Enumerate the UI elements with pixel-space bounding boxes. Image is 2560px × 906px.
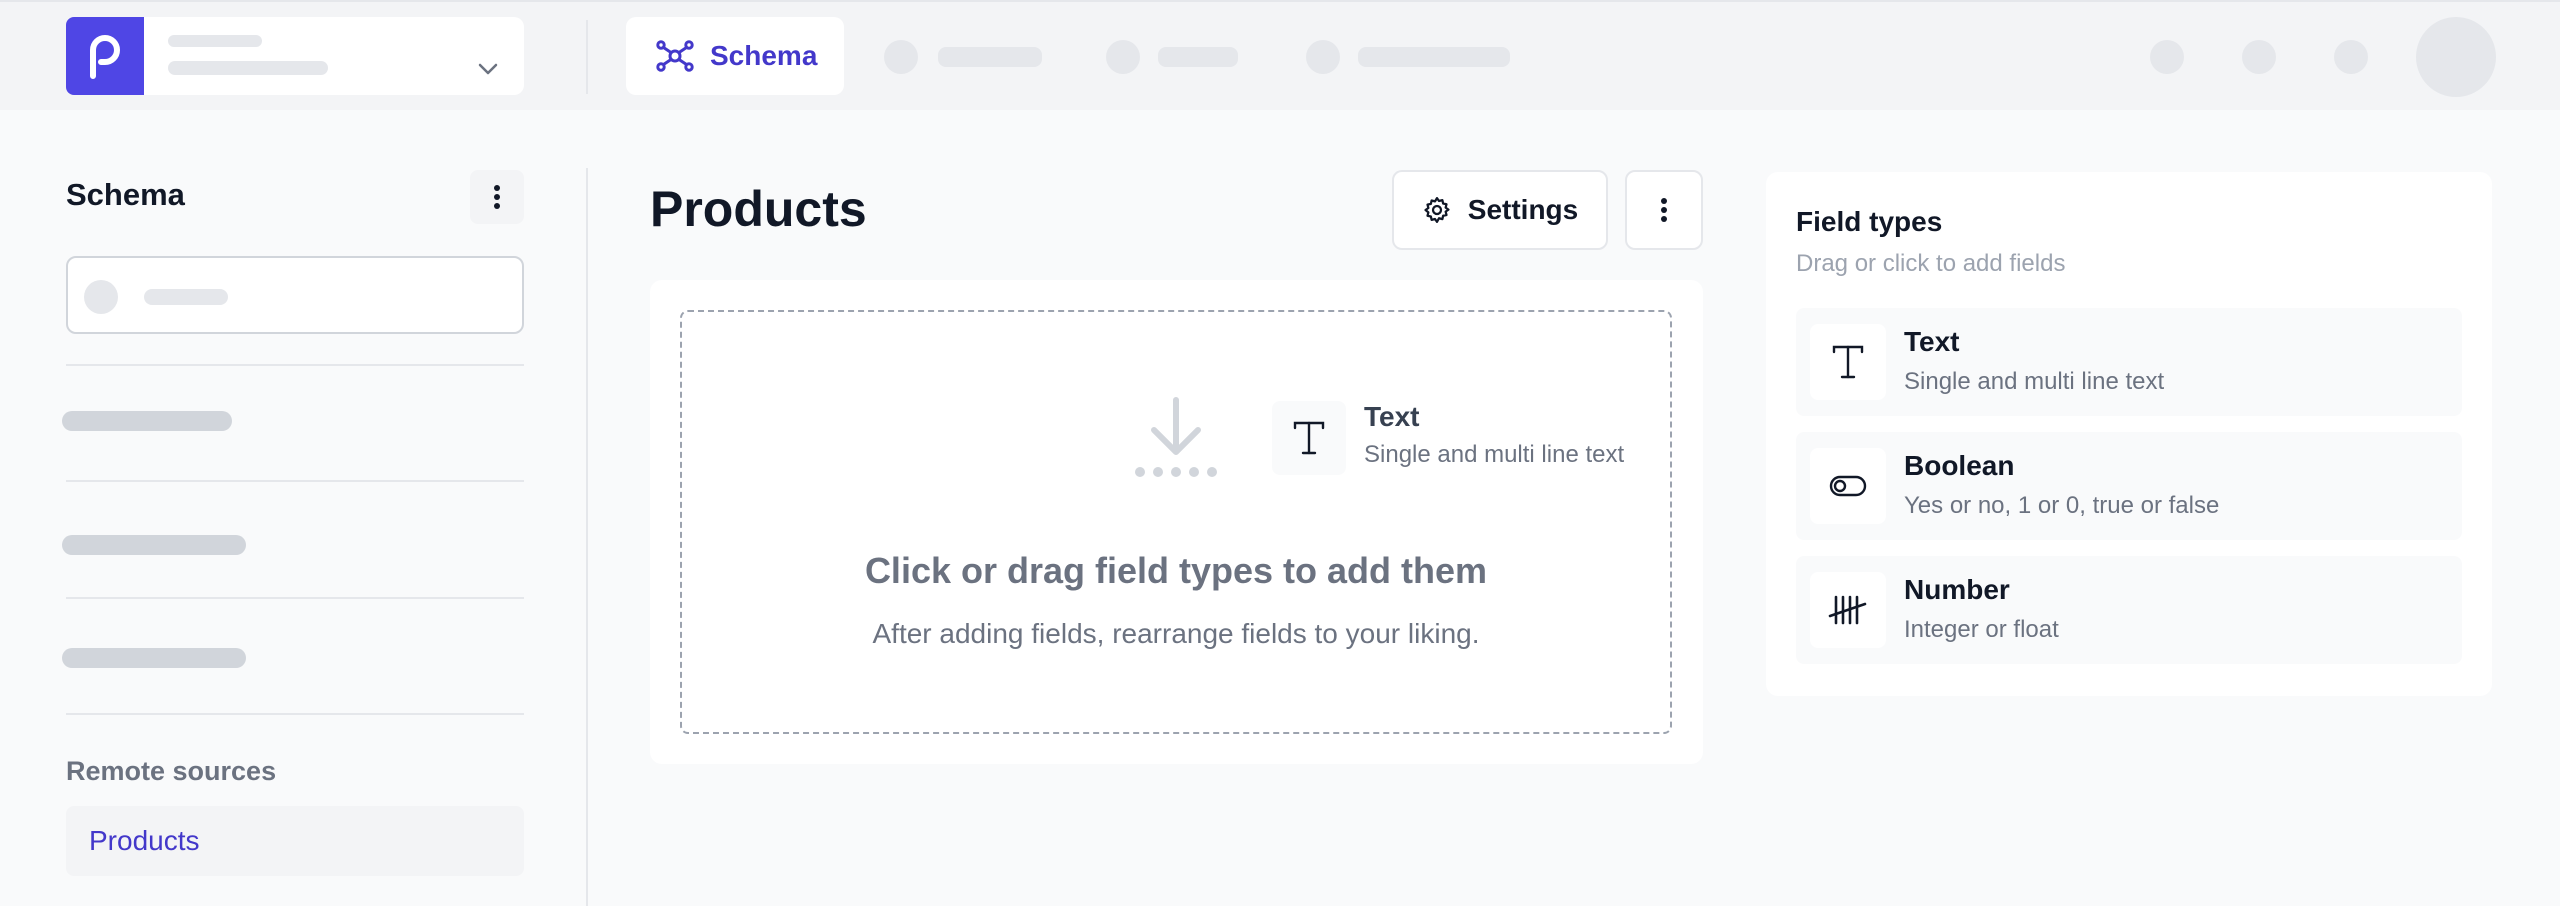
- field-type-number[interactable]: Number Integer or float: [1796, 556, 2462, 664]
- tab-schema-label: Schema: [710, 40, 818, 71]
- top-bar: Schema: [0, 0, 2560, 110]
- sidebar-item-placeholder[interactable]: [62, 535, 246, 555]
- field-type-name: Boolean: [1904, 450, 2015, 481]
- tally-icon: [1828, 595, 1867, 625]
- remote-sources-heading: Remote sources: [66, 756, 277, 786]
- dragging-field-name: Text: [1364, 401, 1420, 432]
- sidebar-item-products[interactable]: Products: [66, 806, 524, 876]
- field-types-title: Field types: [1796, 206, 1943, 237]
- nav-label-placeholder[interactable]: [938, 47, 1042, 67]
- settings-button[interactable]: Settings: [1392, 170, 1608, 250]
- field-type-text[interactable]: Text Single and multi line text: [1796, 308, 2462, 416]
- project-selector[interactable]: [144, 17, 524, 95]
- sidebar-divider: [66, 364, 524, 366]
- dragging-field-card[interactable]: Text Single and multi line text: [1262, 393, 1670, 497]
- header-action-placeholder[interactable]: [2150, 40, 2184, 74]
- project-subtitle-placeholder: [168, 61, 328, 75]
- field-type-boolean[interactable]: Boolean Yes or no, 1 or 0, true or false: [1796, 432, 2462, 540]
- field-type-icon-box: [1810, 448, 1886, 524]
- drop-arrow-icon: [1135, 397, 1217, 477]
- sidebar-search-input[interactable]: [66, 256, 524, 334]
- tab-schema[interactable]: Schema: [626, 17, 844, 95]
- field-type-name: Number: [1904, 574, 2010, 605]
- field-type-icon-box: [1810, 324, 1886, 400]
- dragging-field-icon-box: [1272, 401, 1346, 475]
- field-type-description: Single and multi line text: [1904, 368, 2165, 395]
- sidebar-item-placeholder[interactable]: [62, 411, 232, 431]
- nav-label-placeholder[interactable]: [1358, 47, 1510, 67]
- more-options-button[interactable]: [1625, 170, 1703, 250]
- chevron-down-icon: [478, 63, 498, 75]
- sidebar-item-label: Products: [89, 825, 200, 856]
- gear-icon: [1424, 197, 1450, 223]
- field-type-description: Yes or no, 1 or 0, true or false: [1904, 492, 2220, 519]
- search-text-placeholder: [144, 289, 228, 305]
- top-divider: [586, 20, 588, 94]
- sidebar-divider: [66, 480, 524, 482]
- dragging-field-description: Single and multi line text: [1364, 441, 1625, 468]
- page-title: Products: [650, 181, 867, 237]
- nav-icon-placeholder[interactable]: [884, 40, 918, 74]
- dropzone-title: Click or drag field types to add them: [864, 550, 1488, 591]
- field-type-name: Text: [1904, 326, 1960, 357]
- sidebar-divider: [66, 597, 524, 599]
- text-type-icon: [1832, 345, 1864, 379]
- toggle-icon: [1829, 475, 1867, 497]
- sidebar-divider: [66, 713, 524, 715]
- field-dropzone[interactable]: [680, 310, 1672, 734]
- field-types-subtitle: Drag or click to add fields: [1796, 250, 2066, 277]
- more-vertical-icon: [494, 185, 500, 209]
- sidebar-item-placeholder[interactable]: [62, 648, 246, 668]
- project-name-placeholder: [168, 35, 262, 47]
- text-type-icon: [1293, 421, 1325, 455]
- avatar[interactable]: [2416, 17, 2496, 97]
- sidebar-more-button[interactable]: [470, 170, 524, 224]
- nav-icon-placeholder[interactable]: [1306, 40, 1340, 74]
- field-type-icon-box: [1810, 572, 1886, 648]
- nav-icon-placeholder[interactable]: [1106, 40, 1140, 74]
- schema-graph-icon: [656, 40, 694, 72]
- p-logo-icon: [90, 35, 120, 79]
- header-action-placeholder[interactable]: [2242, 40, 2276, 74]
- nav-label-placeholder[interactable]: [1158, 47, 1238, 67]
- sidebar-title: Schema: [66, 177, 185, 212]
- search-icon-placeholder: [84, 280, 118, 314]
- settings-label: Settings: [1467, 194, 1579, 225]
- field-type-description: Integer or float: [1904, 616, 2059, 643]
- header-action-placeholder[interactable]: [2334, 40, 2368, 74]
- dropzone-subtitle: After adding fields, rearrange fields to…: [872, 618, 1480, 649]
- more-vertical-icon: [1661, 198, 1667, 222]
- sidebar-divider-vertical: [586, 168, 588, 906]
- app-logo[interactable]: [66, 17, 144, 95]
